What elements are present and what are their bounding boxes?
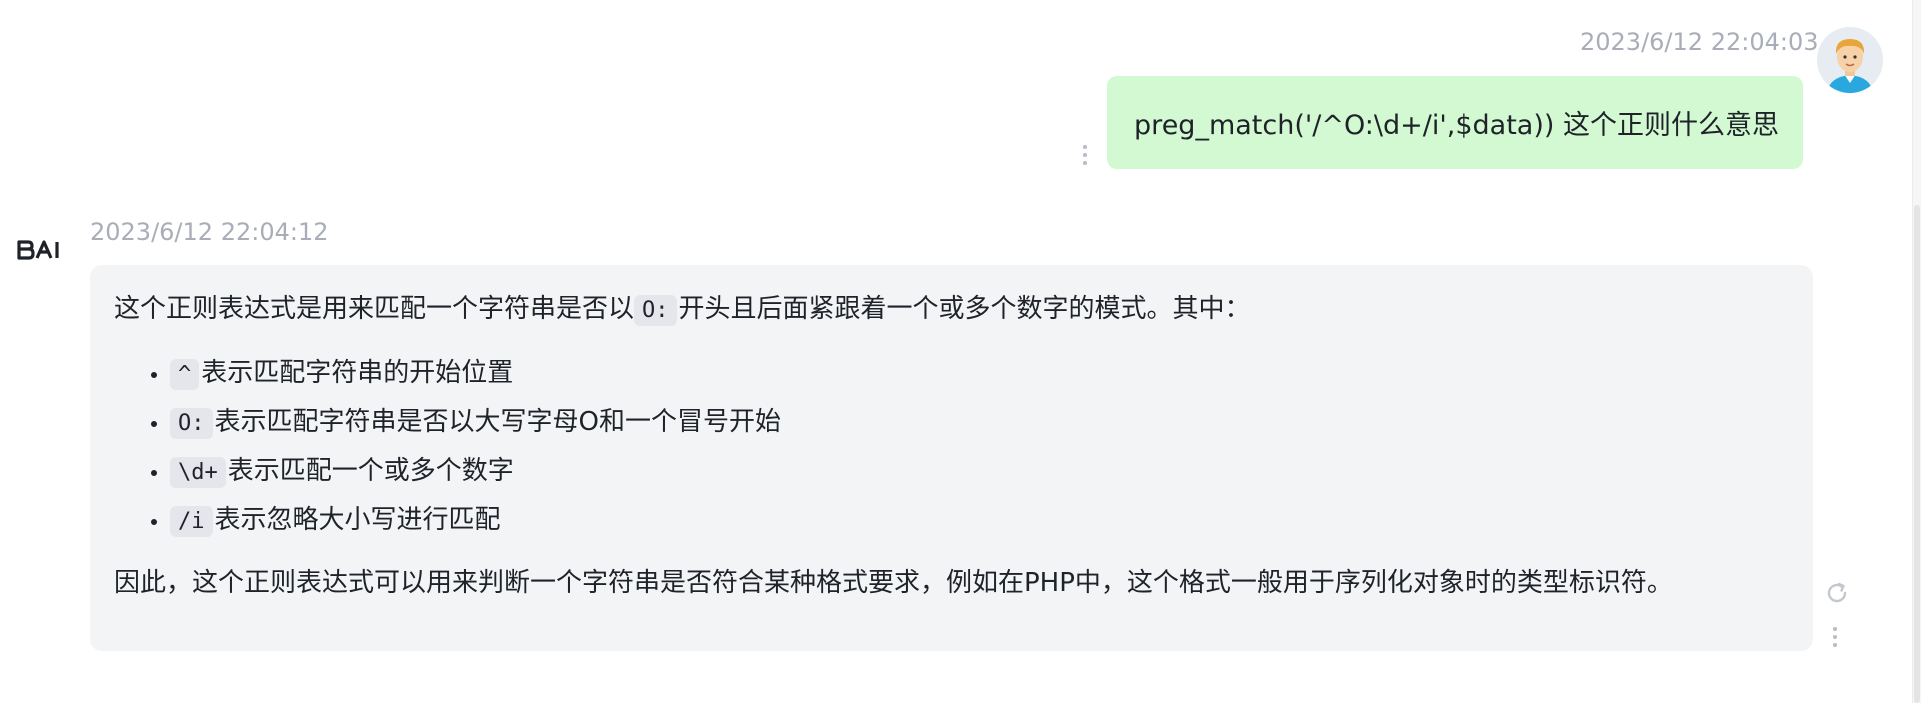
scrollbar[interactable]	[1912, 0, 1921, 703]
user-message-bubble: preg_match('/^O:\d+/i',$data)) 这个正则什么意思	[1107, 76, 1803, 169]
ai-message-bubble: 这个正则表达式是用来匹配一个字符串是否以 O: 开头且后面紧跟着一个或多个数字的模式…	[90, 265, 1813, 651]
inline-code: O:	[170, 408, 213, 439]
list-item-text: 表示匹配一个或多个数字	[227, 456, 514, 486]
list-item: O:表示匹配字符串是否以大写字母O和一个冒号开始	[170, 398, 1789, 447]
list-item: ^表示匹配字符串的开始位置	[170, 349, 1789, 398]
intro-text-before: 这个正则表达式是用来匹配一个字符串是否以	[114, 294, 635, 324]
list-item: \d+表示匹配一个或多个数字	[170, 447, 1789, 496]
user-message-timestamp: 2023/6/12 22:04:03	[1580, 28, 1819, 56]
ai-message-timestamp: 2023/6/12 22:04:12	[90, 218, 329, 246]
list-item-text: 表示匹配字符串的开始位置	[201, 358, 514, 388]
chat-view: 2023/6/12 22:04:03 preg_match('/^O:\d+/i…	[0, 0, 1921, 703]
list-item: /i表示忽略大小写进行匹配	[170, 496, 1789, 545]
user-avatar[interactable]	[1817, 27, 1883, 93]
refresh-icon[interactable]	[1824, 580, 1850, 606]
list-item-text: 表示忽略大小写进行匹配	[214, 505, 501, 535]
inline-code: O:	[634, 295, 677, 326]
ai-intro-paragraph: 这个正则表达式是用来匹配一个字符串是否以 O: 开头且后面紧跟着一个或多个数字的模式…	[114, 291, 1789, 329]
user-message-text: preg_match('/^O:\d+/i',$data)) 这个正则什么意思	[1134, 110, 1779, 141]
ai-conclusion-paragraph: 因此，这个正则表达式可以用来判断一个字符串是否符合某种格式要求，例如在PHP中，…	[114, 568, 1673, 598]
explanation-list: ^表示匹配字符串的开始位置 O:表示匹配字符串是否以大写字母O和一个冒号开始 \…	[114, 349, 1789, 545]
user-message-more-icon[interactable]	[1082, 145, 1088, 165]
inline-code: ^	[170, 359, 200, 390]
list-item-text: 表示匹配字符串是否以大写字母O和一个冒号开始	[214, 407, 781, 437]
user-avatar-icon	[1817, 27, 1883, 93]
scrollbar-thumb[interactable]	[1914, 205, 1920, 703]
bai-logo-icon	[17, 240, 59, 260]
ai-logo	[16, 234, 70, 266]
inline-code: /i	[170, 506, 213, 537]
inline-code: \d+	[170, 457, 226, 488]
intro-text-after: 开头且后面紧跟着一个或多个数字的模式。其中：	[678, 294, 1251, 324]
ai-message-more-icon[interactable]	[1832, 627, 1838, 647]
